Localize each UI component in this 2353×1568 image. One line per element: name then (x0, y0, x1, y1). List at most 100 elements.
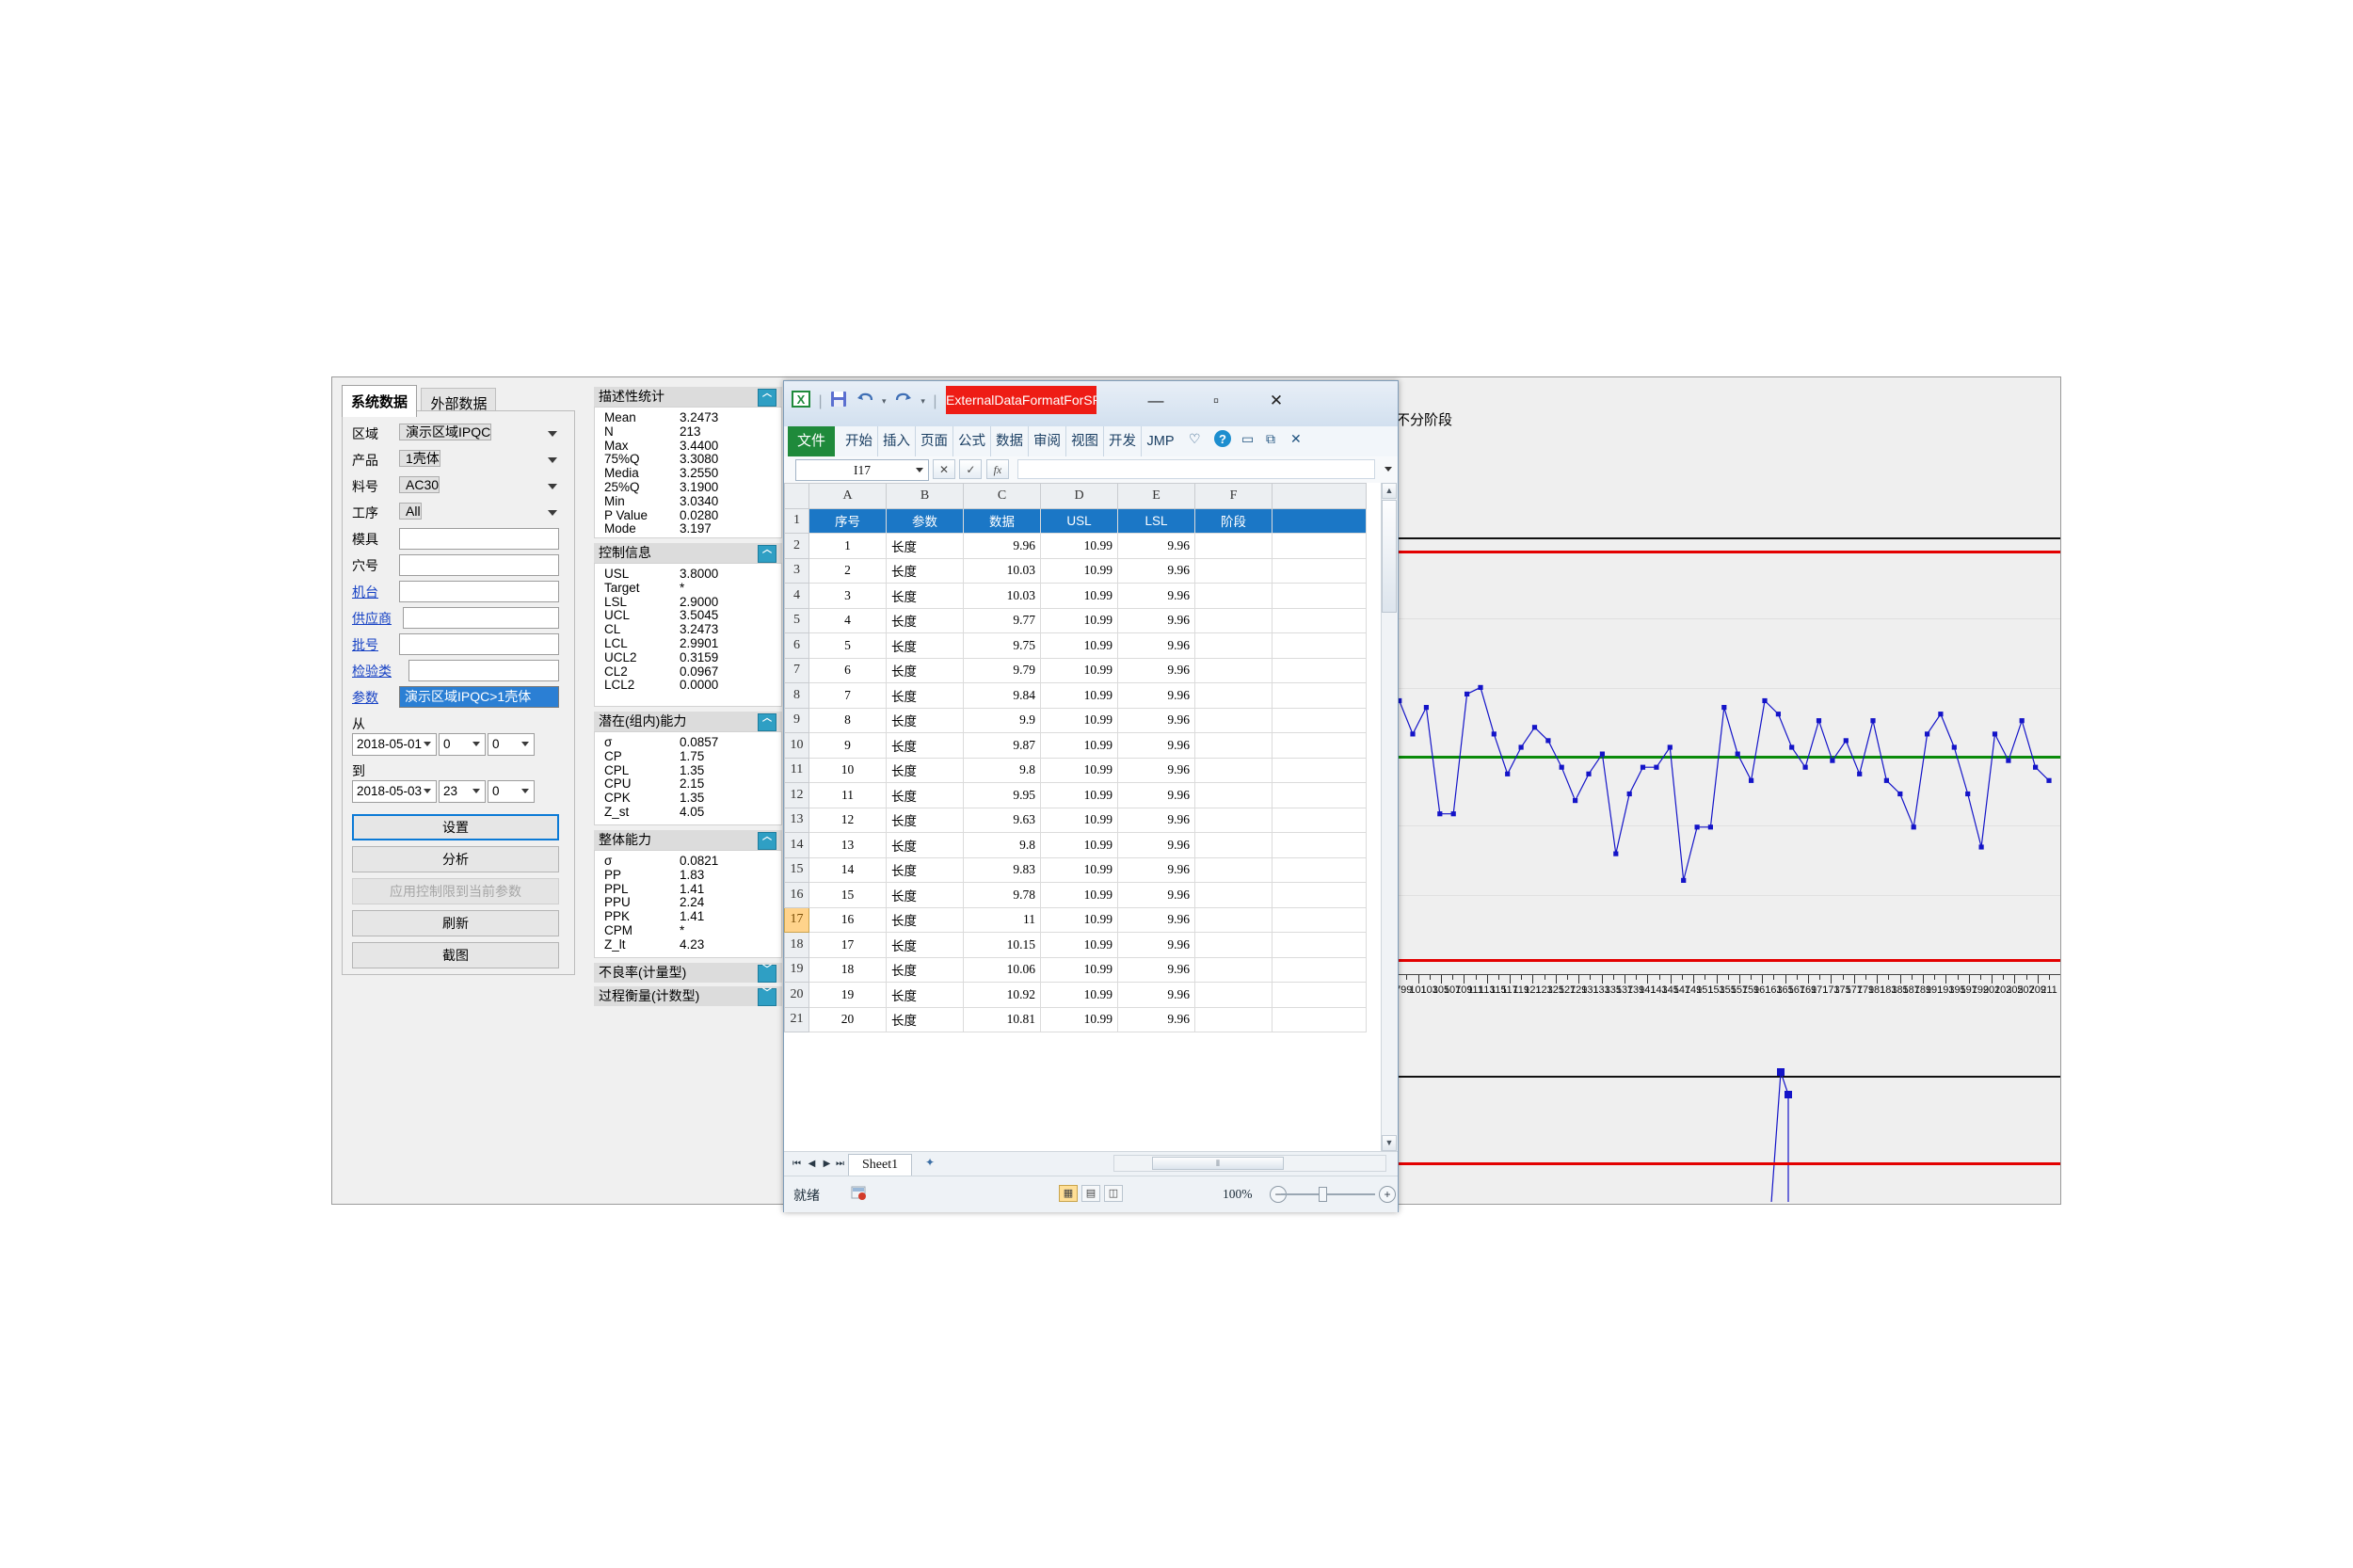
header-cell[interactable]: USL (1040, 507, 1118, 534)
row-header[interactable]: 15 (784, 856, 809, 883)
lot-input[interactable] (399, 633, 559, 655)
cell[interactable]: 10.99 (1040, 607, 1118, 633)
table-row[interactable]: 15 14 长度 9.83 10.99 9.96 (784, 856, 1367, 883)
row-header[interactable]: 6 (784, 632, 809, 659)
cell[interactable]: 10.03 (963, 557, 1041, 584)
cell[interactable] (1272, 607, 1367, 633)
cell[interactable] (1194, 632, 1273, 659)
accept-formula-icon[interactable]: ✓ (959, 459, 983, 479)
cell[interactable] (1194, 1006, 1273, 1032)
row-header[interactable]: 16 (784, 882, 809, 908)
cell[interactable]: 10.99 (1040, 657, 1118, 683)
header-cell[interactable]: 序号 (808, 507, 887, 534)
cell[interactable] (1272, 807, 1367, 833)
excel-title-bar[interactable]: X | ▾ ▾ | ⯆ ExternalDataFormatForSP... —… (784, 381, 1398, 426)
cell[interactable]: 长度 (886, 533, 964, 559)
cell[interactable] (1194, 557, 1273, 584)
cell[interactable] (1194, 906, 1273, 933)
cell[interactable]: 9.96 (1117, 682, 1195, 709)
cell[interactable]: 10.99 (1040, 807, 1118, 833)
cell[interactable] (1272, 982, 1367, 1008)
supplier-input[interactable] (403, 607, 559, 629)
table-row[interactable]: 18 17 长度 10.15 10.99 9.96 (784, 932, 1367, 958)
row-header[interactable]: 12 (784, 782, 809, 808)
minimize-ribbon-icon[interactable]: ▭ (1241, 431, 1254, 447)
cell[interactable]: 长度 (886, 707, 964, 733)
cell[interactable]: 1 (808, 533, 887, 559)
tab-file[interactable]: 文件 (788, 426, 835, 456)
row-header[interactable]: 20 (784, 982, 809, 1008)
cell[interactable]: 7 (808, 682, 887, 709)
zoom-in-button[interactable]: + (1379, 1186, 1396, 1203)
horizontal-scrollbar[interactable]: ⦀ (1113, 1155, 1386, 1172)
page-break-view-button[interactable]: ◫ (1104, 1185, 1123, 1202)
cell[interactable]: 长度 (886, 1006, 964, 1032)
row-header[interactable]: 5 (784, 607, 809, 633)
chevron-down-icon[interactable]: ﹀ (758, 988, 776, 1006)
minute-from-spinner[interactable]: 0 (488, 733, 535, 756)
cell[interactable] (1194, 707, 1273, 733)
cell[interactable]: 9.96 (1117, 856, 1195, 883)
cell[interactable] (1272, 583, 1367, 609)
zoom-slider-thumb[interactable] (1319, 1187, 1327, 1202)
cell[interactable]: 10.99 (1040, 956, 1118, 983)
header-cell[interactable]: LSL (1117, 507, 1195, 534)
cell[interactable] (1194, 932, 1273, 958)
cavity-input[interactable] (399, 554, 559, 576)
cell[interactable]: 9.96 (1117, 882, 1195, 908)
cell[interactable]: 长度 (886, 956, 964, 983)
cell[interactable]: 9.8 (963, 757, 1041, 783)
cell[interactable]: 9.96 (1117, 707, 1195, 733)
zoom-slider-track[interactable] (1281, 1193, 1375, 1195)
minute-to-spinner[interactable]: 0 (488, 780, 535, 803)
cell[interactable]: 10.99 (1040, 583, 1118, 609)
cell[interactable]: 9.96 (1117, 757, 1195, 783)
cell[interactable]: 长度 (886, 832, 964, 858)
last-sheet-icon[interactable]: ⏭ (833, 1157, 847, 1172)
table-row[interactable]: 12 11 长度 9.95 10.99 9.96 (784, 782, 1367, 808)
scroll-thumb[interactable] (1382, 500, 1397, 613)
row-header[interactable]: 8 (784, 682, 809, 709)
cell[interactable] (1194, 732, 1273, 759)
cell[interactable]: 长度 (886, 882, 964, 908)
cell[interactable] (1272, 632, 1367, 659)
cell[interactable] (1194, 657, 1273, 683)
column-header-e[interactable]: E (1117, 483, 1195, 509)
cell[interactable] (1272, 782, 1367, 808)
row-header[interactable]: 1 (784, 507, 809, 534)
cell[interactable]: 长度 (886, 583, 964, 609)
insert-function-icon[interactable]: fx (985, 459, 1009, 479)
settings-button[interactable]: 设置 (352, 814, 559, 840)
column-header-a[interactable]: A (808, 483, 887, 509)
cell[interactable]: 9.96 (1117, 906, 1195, 933)
field-label-supplier[interactable]: 供应商 (352, 607, 407, 631)
table-row[interactable]: 14 13 长度 9.8 10.99 9.96 (784, 832, 1367, 858)
chevron-up-icon[interactable]: ︿ (758, 545, 776, 563)
scroll-down-icon[interactable]: ▼ (1382, 1135, 1397, 1151)
field-label-inspection-type[interactable]: 检验类 (352, 660, 407, 683)
table-row[interactable]: 6 5 长度 9.75 10.99 9.96 (784, 632, 1367, 659)
cell[interactable]: 9.96 (1117, 632, 1195, 659)
group-header-descriptive-stats[interactable]: 描述性统计 ︿ (594, 387, 782, 407)
minimize-button[interactable]: — (1138, 389, 1174, 413)
cell[interactable] (1272, 757, 1367, 783)
cell[interactable]: 10.81 (963, 1006, 1041, 1032)
table-row[interactable]: 13 12 长度 9.63 10.99 9.96 (784, 807, 1367, 833)
cell[interactable] (1272, 533, 1367, 559)
cell[interactable]: 10.99 (1040, 1006, 1118, 1032)
macro-record-icon[interactable] (850, 1184, 867, 1206)
cell[interactable]: 9.96 (1117, 557, 1195, 584)
cell[interactable]: 4 (808, 607, 887, 633)
cell[interactable] (1194, 583, 1273, 609)
row-header[interactable]: 7 (784, 657, 809, 683)
table-row[interactable]: 11 10 长度 9.8 10.99 9.96 (784, 757, 1367, 783)
row-header[interactable]: 3 (784, 557, 809, 584)
hour-from-spinner[interactable]: 0 (439, 733, 486, 756)
table-row[interactable]: 4 3 长度 10.03 10.99 9.96 (784, 583, 1367, 609)
row-header[interactable]: 13 (784, 807, 809, 833)
cell[interactable] (1272, 906, 1367, 933)
header-cell[interactable]: 阶段 (1194, 507, 1273, 534)
redo-icon[interactable] (894, 391, 913, 412)
cell[interactable]: 长度 (886, 657, 964, 683)
chevron-up-icon[interactable]: ︿ (758, 389, 776, 407)
